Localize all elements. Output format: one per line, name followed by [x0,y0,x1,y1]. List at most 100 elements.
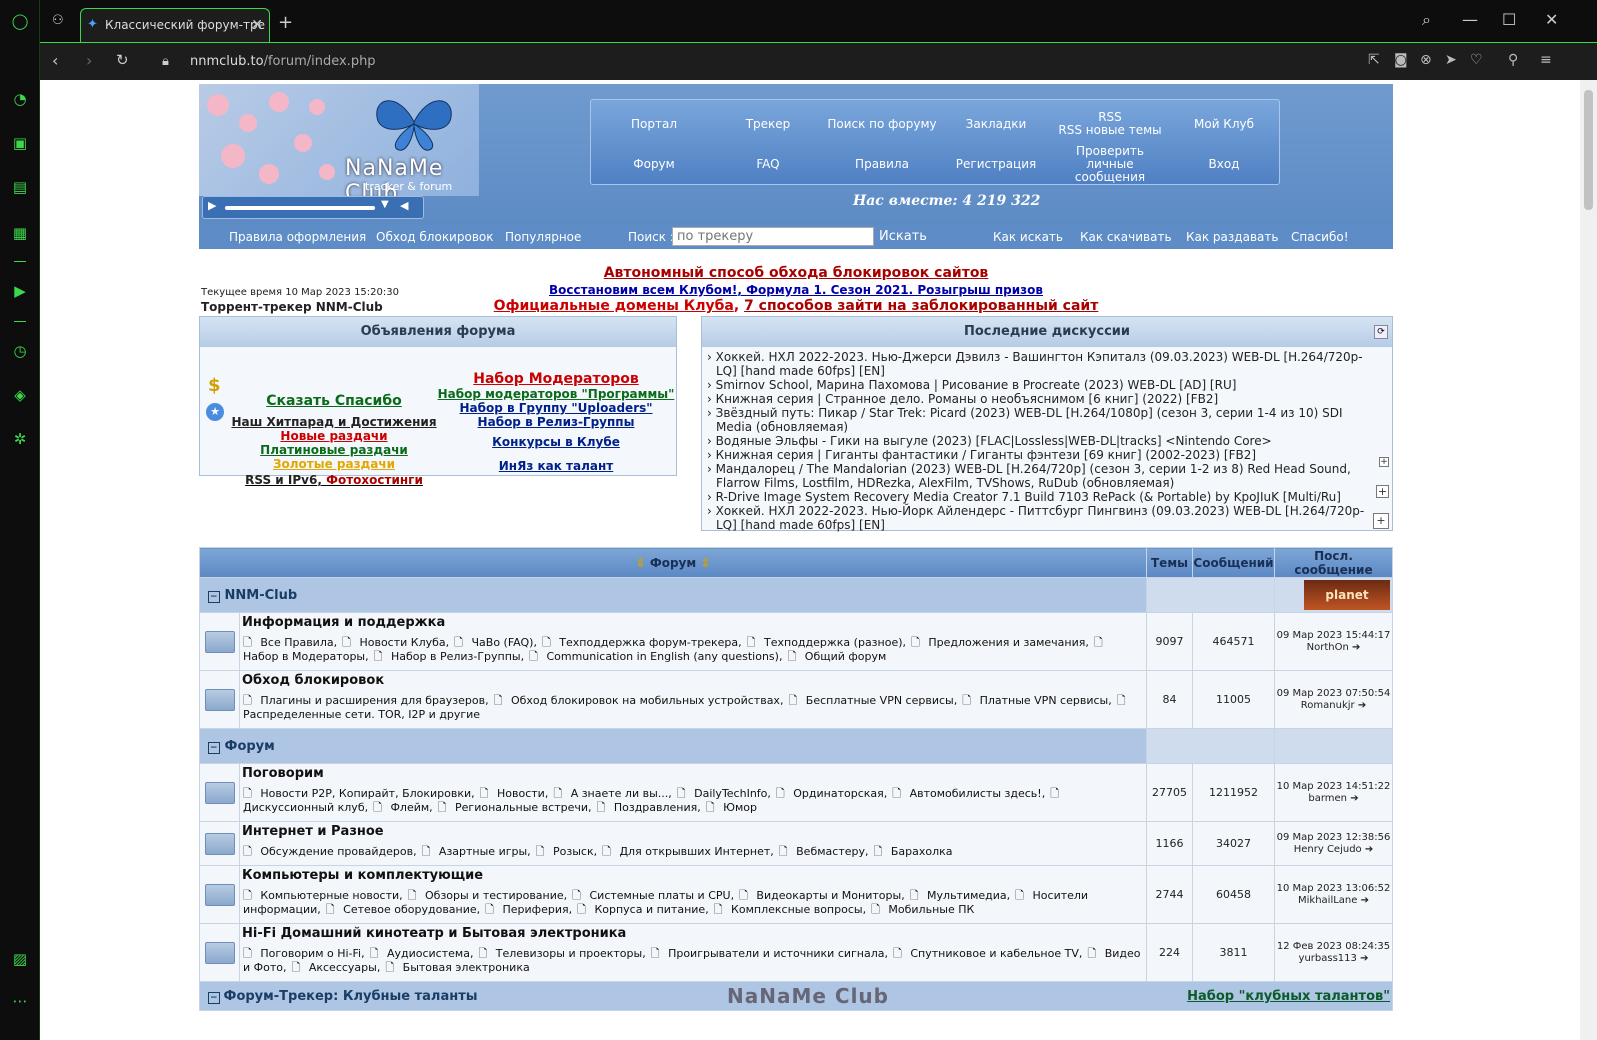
forum-title-link[interactable]: Компьютеры и комплектующие [242,868,483,883]
discussion-item[interactable]: › Мандалорец / The Mandalorian (2023) WE… [707,462,1367,490]
menu-item-2[interactable]: Поиск по форуму [825,104,939,144]
account-icon[interactable]: ⚲ [1508,52,1518,68]
gallery-icon[interactable]: ▨ [9,948,31,970]
photohosting-link[interactable]: Фотохостинги [326,473,423,487]
rss-ipv6-link[interactable]: RSS и IPv6 [245,473,317,487]
subforum-link[interactable]: 🗋︎ Техподдержка форум-трекера, [542,636,742,649]
subforum-link[interactable]: 🗋︎ ЧаВо (FAQ), [454,636,537,649]
scrollbar-thumb[interactable] [1584,90,1593,210]
subforum-link[interactable]: 🗋︎ Техподдержка (разное), [747,636,906,649]
minimize-icon[interactable]: — [1462,10,1478,29]
cpu-icon[interactable]: ▦ [9,222,31,244]
discussion-item[interactable]: › Книжная серия | Странное дело. Романы … [707,392,1367,406]
discussion-item[interactable]: › R-Drive Image System Recovery Media Cr… [707,490,1367,504]
subforum-link[interactable]: 🗋︎ Поговорим о Hi-Fi, [243,947,365,960]
subforum-link[interactable]: 🗋︎ Видеокарты и Мониторы, [739,889,905,902]
gamepad-icon[interactable]: ⚇ [52,13,64,28]
discussion-item[interactable]: › Хоккей. НХЛ 2022-2023. Нью-Йорк Айленд… [707,504,1367,532]
volume-icon[interactable]: ◀ [400,199,408,212]
search-tabs-icon[interactable]: ⌕ [1422,10,1431,30]
forum-title-link[interactable]: Интернет и Разное [242,824,384,839]
bag-icon[interactable]: ▣ [9,132,31,154]
last-post-user[interactable]: yurbass113 [1299,953,1357,964]
forward-icon[interactable]: › [86,51,92,70]
expand-small-icon[interactable]: + [1379,457,1389,467]
subforum-link[interactable]: 🗋︎ Сетевое оборудование, [326,903,480,916]
subforum-link[interactable]: 🗋︎ DailyTechInfo, [677,787,771,800]
subforum-link[interactable]: 🗋︎ Телевизоры и проекторы, [478,947,645,960]
contests-link[interactable]: Конкурсы в Клубе [406,435,706,449]
moderators-recruit-link[interactable]: Набор Модераторов [406,371,706,387]
category-row-talents[interactable]: − Форум-Трекер: Клубные таланты NaNaMe Cl… [199,981,1393,1011]
seven-ways-link[interactable]: 7 способов зайти на заблокированный сайт [744,298,1098,314]
subforum-link[interactable]: 🗋︎ Для открывших Интернет, [602,845,774,858]
subforum-link[interactable]: 🗋︎ Барахолка [874,845,953,858]
forum-title-link[interactable]: Обход блокировок [242,673,384,688]
release-groups-link[interactable]: Набор в Релиз-Группы [406,415,706,429]
tab-close-icon[interactable]: ✕ [251,9,263,41]
search-button[interactable]: Искать [879,225,927,249]
box-icon[interactable]: ◈ [9,384,31,406]
subforum-link[interactable]: 🗋︎ Флейм, [373,801,433,814]
active-tab[interactable]: ✦ Классический форум-тре ✕ [80,8,270,42]
share-icon[interactable]: ⇱ [1368,52,1380,68]
player-progress[interactable] [225,206,375,210]
speed-dial-icon[interactable]: ◔ [9,88,31,110]
subforum-link[interactable]: 🗋︎ Аксессуары, [291,961,380,974]
subforum-link[interactable]: 🗋︎ Платные VPN сервисы, [962,694,1111,707]
goto-post-icon[interactable]: ➔ [1350,793,1358,804]
camera-icon[interactable]: ◙ [1394,52,1408,68]
subforum-link[interactable]: 🗋︎ Новости, [480,787,549,800]
subforum-link[interactable]: 🗋︎ Предложения и замечания, [911,636,1089,649]
subnav-thanks-link[interactable]: Спасибо! [1291,225,1349,249]
expand-large-icon[interactable]: + [1373,513,1389,529]
menu-item-9[interactable]: Регистрация [939,144,1053,184]
more-icon[interactable]: ⋯ [9,990,31,1012]
back-icon[interactable]: ‹ [52,51,58,70]
discussion-link[interactable]: Водяные Эльфы - Гики на выгуле (2023) [F… [716,434,1272,448]
discussion-link[interactable]: Книжная серия | Гиганты фантастики / Гиг… [716,448,1256,462]
goto-post-icon[interactable]: ➔ [1360,953,1368,964]
opera-logo-icon[interactable]: ◯ [9,10,31,32]
subnav-how-seed-link[interactable]: Как раздавать [1186,225,1278,249]
subnav-rules-link[interactable]: Правила оформления [229,225,366,249]
subforum-link[interactable]: 🗋︎ Новости P2P, Копирайт, Блокировки, [243,787,475,800]
subforum-link[interactable]: 🗋︎ Набор в Релиз-Группы, [374,650,525,663]
gear-icon[interactable]: ✲ [9,428,31,450]
programs-moderators-link[interactable]: Набор модераторов "Программы" [406,387,706,401]
subnav-popular-link[interactable]: Популярное [505,225,581,249]
subforum-link[interactable]: 🗋︎ Мобильные ПК [871,903,974,916]
forum-title-link[interactable]: Hi-Fi Домашний кинотеатр и Бытовая элект… [242,926,626,941]
goto-post-icon[interactable]: ➔ [1361,895,1369,906]
discussion-item[interactable]: › Smirnov School, Марина Пахомова | Рисо… [707,378,1367,392]
menu-item-7[interactable]: FAQ [711,144,825,184]
subforum-link[interactable]: 🗋︎ Проигрыватели и источники сигнала, [651,947,888,960]
last-post-user[interactable]: Henry Cejudo [1294,844,1362,855]
audio-player[interactable]: ▶ ▼ ◀ [202,196,424,219]
last-post-user[interactable]: Romanukjr [1301,700,1355,711]
subforum-link[interactable]: 🗋︎ Системные платы и CPU, [572,889,734,902]
subforum-link[interactable]: 🗋︎ Автомобилисты здесь!, [892,787,1045,800]
subforum-link[interactable]: 🗋︎ Периферия, [485,903,572,916]
category-row[interactable]: − Форум [199,728,1393,764]
subforum-link[interactable]: 🗋︎ Поздравления, [597,801,701,814]
subforum-link[interactable]: 🗋︎ Региональные встречи, [438,801,592,814]
announcement-f1-link[interactable]: Формула 1. Сезон 2021. Розыгрыш призов [746,283,1043,297]
subforum-link[interactable]: 🗋︎ Корпуса и питание, [577,903,709,916]
send-icon[interactable]: ➤ [1445,52,1457,68]
subforum-link[interactable]: 🗋︎ Обсуждение провайдеров, [243,845,417,858]
last-post-user[interactable]: NorthOn [1307,642,1349,653]
subforum-link[interactable]: 🗋︎ Аудиосистема, [370,947,474,960]
heart-icon[interactable]: ♡ [1470,52,1483,68]
discussion-item[interactable]: › Хоккей. НХЛ 2022-2023. Нью-Джерси Дэви… [707,350,1367,378]
adblock-icon[interactable]: ⊗ [1420,52,1432,68]
category-row[interactable]: − NNM-Club planet [199,577,1393,613]
goto-post-icon[interactable]: ➔ [1352,642,1360,653]
uploaders-link[interactable]: Набор в Группу "Uploaders" [406,401,706,415]
menu-item-4[interactable]: RSS RSS новые темы [1053,104,1167,144]
refresh-icon[interactable]: ⟳ [1374,325,1388,339]
category-title[interactable]: − Форум [199,728,1147,764]
subforum-link[interactable]: 🗋︎ Все Правила, [243,636,337,649]
planet-badge[interactable]: planet [1304,580,1390,610]
subforum-link[interactable]: 🗋︎ Ординаторская, [776,787,887,800]
